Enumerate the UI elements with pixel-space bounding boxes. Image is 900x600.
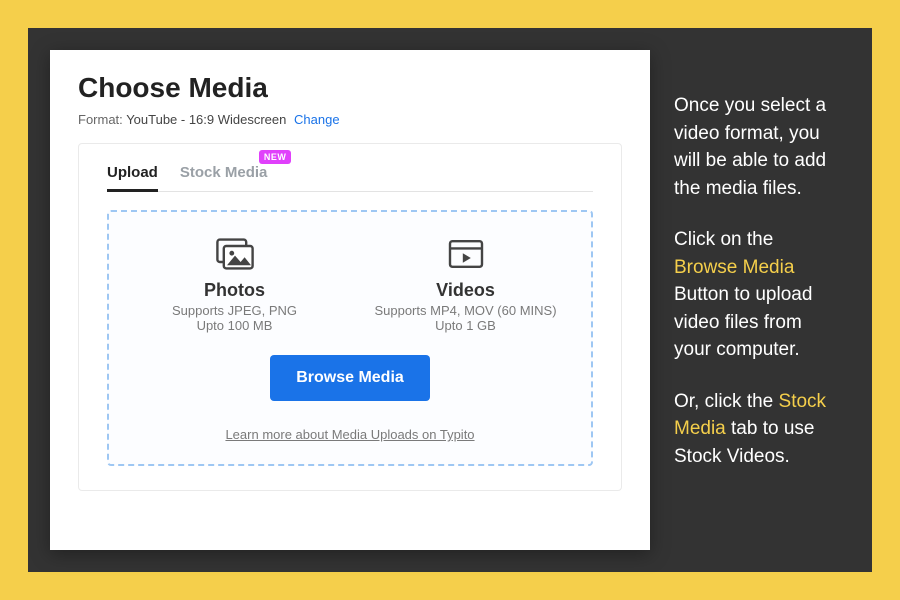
new-badge: NEW [259, 150, 292, 164]
dropzone[interactable]: Photos Supports JPEG, PNG Upto 100 MB [107, 210, 593, 466]
videos-column: Videos Supports MP4, MOV (60 MINS) Upto … [360, 238, 571, 333]
caption-p2-a: Click on the [674, 229, 773, 250]
choose-media-card: Choose Media Format: YouTube - 16:9 Wide… [50, 50, 650, 550]
format-line: Format: YouTube - 16:9 Widescreen Change [78, 112, 622, 127]
caption-p3-a: Or, click the [674, 391, 779, 412]
caption-p2-highlight: Browse Media [674, 257, 794, 278]
instruction-frame: Choose Media Format: YouTube - 16:9 Wide… [28, 28, 872, 572]
videos-limit: Upto 1 GB [360, 318, 571, 333]
tabs: Upload Stock Media NEW [107, 156, 593, 192]
photos-icon [215, 238, 255, 270]
photos-column: Photos Supports JPEG, PNG Upto 100 MB [129, 238, 340, 333]
photos-supports: Supports JPEG, PNG [129, 303, 340, 318]
tab-upload[interactable]: Upload [107, 156, 158, 191]
videos-supports: Supports MP4, MOV (60 MINS) [360, 303, 571, 318]
photos-heading: Photos [129, 280, 340, 301]
change-format-link[interactable]: Change [294, 112, 340, 127]
caption-paragraph-2: Click on the Browse Media Button to uplo… [674, 226, 840, 364]
tab-stock-media[interactable]: Stock Media NEW [180, 156, 268, 191]
format-label: Format: [78, 112, 123, 127]
caption-paragraph-1: Once you select a video format, you will… [674, 92, 840, 202]
format-value: YouTube - 16:9 Widescreen [126, 112, 286, 127]
tab-stock-label: Stock Media [180, 164, 268, 181]
upload-panel: Upload Stock Media NEW [78, 143, 622, 491]
browse-media-button[interactable]: Browse Media [270, 355, 430, 401]
caption-p2-b: Button to upload video files from your c… [674, 284, 812, 360]
tab-upload-label: Upload [107, 164, 158, 181]
videos-icon [446, 238, 486, 270]
page-title: Choose Media [78, 72, 622, 104]
videos-heading: Videos [360, 280, 571, 301]
photos-limit: Upto 100 MB [129, 318, 340, 333]
caption-paragraph-3: Or, click the Stock Media tab to use Sto… [674, 388, 840, 471]
media-types-row: Photos Supports JPEG, PNG Upto 100 MB [129, 238, 571, 333]
learn-more-link[interactable]: Learn more about Media Uploads on Typito [129, 427, 571, 442]
instruction-caption: Once you select a video format, you will… [674, 50, 844, 550]
